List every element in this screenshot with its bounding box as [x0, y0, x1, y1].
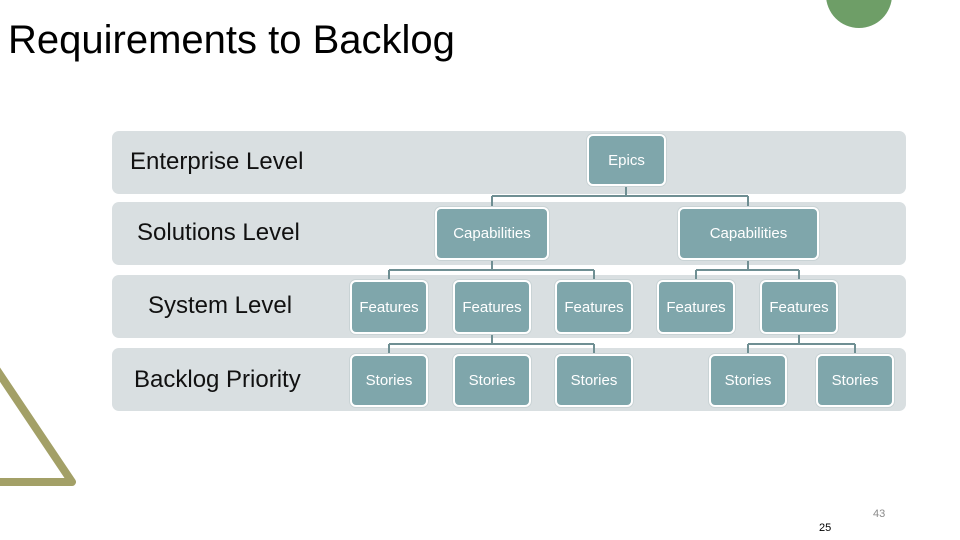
node-stories: Stories	[555, 354, 633, 407]
node-features: Features	[760, 280, 838, 334]
node-label: Features	[359, 298, 419, 316]
level-label-backlog-priority: Backlog Priority	[134, 366, 301, 393]
node-features: Features	[555, 280, 633, 334]
node-label: Stories	[724, 372, 772, 389]
slide-title: Requirements to Backlog	[8, 18, 455, 62]
level-label-system: System Level	[148, 292, 293, 319]
node-features: Features	[453, 280, 531, 334]
node-label: Epics	[608, 151, 645, 169]
decorative-triangle-outline	[0, 367, 76, 486]
node-label: Stories	[365, 372, 413, 389]
node-label: Capabilities	[453, 225, 531, 242]
node-epics: Epics	[587, 134, 666, 186]
node-label: Stories	[570, 372, 618, 389]
slide-number: 25	[819, 522, 832, 534]
node-stories: Stories	[453, 354, 531, 407]
slide-number-secondary: 43	[873, 508, 886, 520]
node-label: Features	[666, 298, 726, 316]
level-label-solutions: Solutions Level	[137, 219, 300, 246]
node-label: Features	[564, 298, 624, 316]
node-features: Features	[657, 280, 735, 334]
node-label: Stories	[468, 372, 516, 389]
hierarchy-connectors	[388, 186, 856, 355]
level-label-enterprise: Enterprise Level	[130, 148, 304, 175]
node-stories: Stories	[709, 354, 787, 407]
node-stories: Stories	[816, 354, 894, 407]
node-label: Features	[462, 298, 522, 316]
node-capabilities: Capabilities	[435, 207, 549, 260]
node-capabilities: Capabilities	[678, 207, 819, 260]
node-features: Features	[350, 280, 428, 334]
node-label: Stories	[831, 372, 879, 389]
node-stories: Stories	[350, 354, 428, 407]
node-label: Features	[769, 298, 829, 316]
node-label: Capabilities	[709, 225, 788, 242]
decorative-green-circle	[826, 0, 892, 28]
